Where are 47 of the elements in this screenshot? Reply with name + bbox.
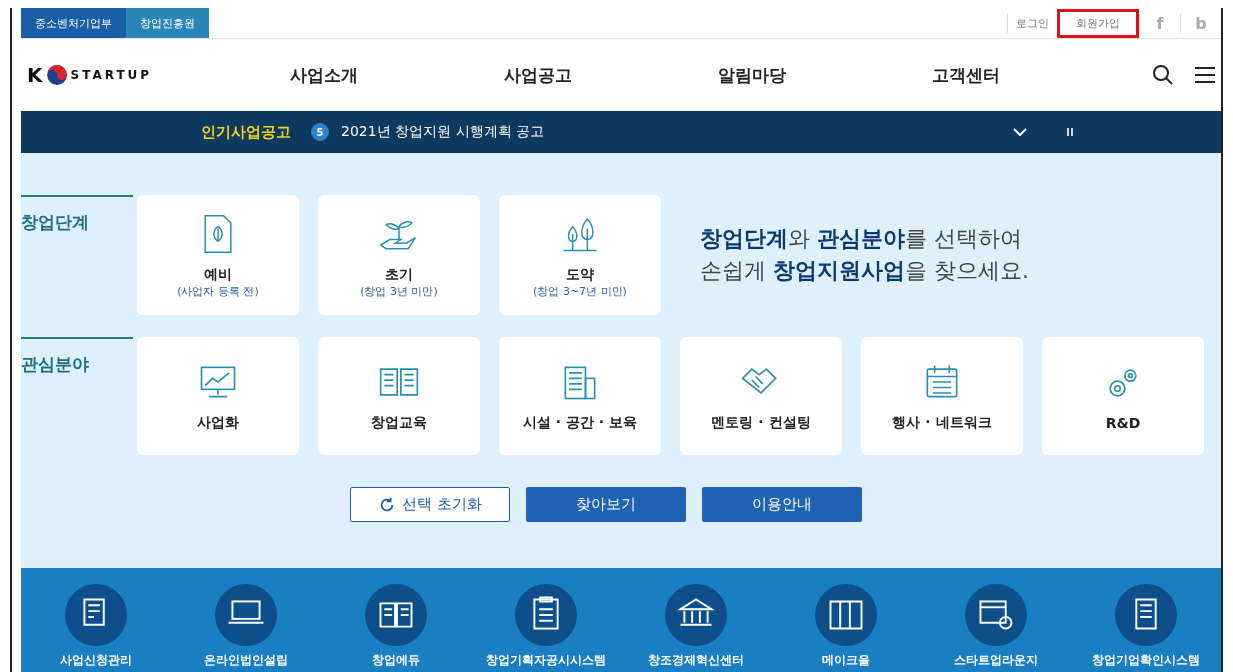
action-button[interactable]: 찾아보기 xyxy=(526,487,686,522)
section-heading: 관심분야 xyxy=(21,337,133,376)
bank-icon xyxy=(665,584,727,646)
calendar-clock-icon xyxy=(965,584,1027,646)
service-link[interactable]: 스타트업라운지 xyxy=(923,584,1069,669)
ticker-link[interactable]: 2021년 창업지원 시행계획 공고 xyxy=(341,123,1001,141)
agency-tab[interactable]: 중소벤처기업부 xyxy=(21,8,126,38)
headline-text: 창업단계와 관심분야를 선택하여 xyxy=(700,225,1023,254)
interest-card[interactable]: R&D xyxy=(1042,337,1204,455)
stage-card[interactable]: 예비 (사업자 등록 전) xyxy=(137,195,299,315)
action-button[interactable]: 이용안내 xyxy=(702,487,862,522)
search-icon[interactable] xyxy=(1151,63,1175,87)
agency-tab[interactable]: 창업진흥원 xyxy=(126,8,209,38)
interest-card[interactable]: 창업교육 xyxy=(318,337,480,455)
ticker-label: 인기사업공고 xyxy=(201,122,291,142)
account-link[interactable]: 회원가입 xyxy=(1057,8,1139,38)
service-link[interactable]: 창조경제혁신센터 xyxy=(623,584,769,669)
rank-badge: 5 xyxy=(311,123,329,141)
service-link[interactable]: 사업신청관리 xyxy=(23,584,169,669)
interest-card[interactable]: 멘토링 · 컨설팅 xyxy=(680,337,842,455)
pause-icon[interactable] xyxy=(1067,128,1073,136)
interest-card[interactable]: 시설 · 공간 · 보육 xyxy=(499,337,661,455)
service-link[interactable]: 온라인법인설립 xyxy=(173,584,319,669)
chevron-down-icon[interactable] xyxy=(1013,128,1027,136)
service-link[interactable]: 창업기획자공시시스템 xyxy=(473,584,619,669)
interest-card[interactable]: 행사 · 네트워크 xyxy=(861,337,1023,455)
book-icon xyxy=(365,584,427,646)
nav-menu-item[interactable]: 사업공고 xyxy=(504,63,572,87)
interest-card[interactable]: 사업화 xyxy=(137,337,299,455)
headline-text: 손쉽게 창업지원사업을 찾으세요. xyxy=(700,257,1029,285)
stage-card[interactable]: 초기 (창업 3년 미만) xyxy=(318,195,480,315)
reset-button[interactable]: 선택 초기화 xyxy=(350,487,510,522)
form-icon xyxy=(65,584,127,646)
logo[interactable]: K STARTUP xyxy=(21,63,217,87)
document-icon xyxy=(1115,584,1177,646)
account-link[interactable]: 로그인 xyxy=(1007,13,1057,33)
stage-card[interactable]: 도약 (창업 3~7년 미만) xyxy=(499,195,661,315)
service-link[interactable]: 창업에듀 xyxy=(323,584,469,669)
nav-menu-item[interactable]: 알림마당 xyxy=(718,63,786,87)
nav-menu-item[interactable]: 사업소개 xyxy=(290,63,358,87)
section-heading: 창업단계 xyxy=(21,195,133,234)
bookshelf-icon xyxy=(815,584,877,646)
service-link[interactable]: 창업기업확인시스템 xyxy=(1073,584,1219,669)
nav-menu-item[interactable]: 고객센터 xyxy=(932,63,1000,87)
laptop-icon xyxy=(215,584,277,646)
service-link[interactable]: 메이크올 xyxy=(773,584,919,669)
clipboard-icon xyxy=(515,584,577,646)
